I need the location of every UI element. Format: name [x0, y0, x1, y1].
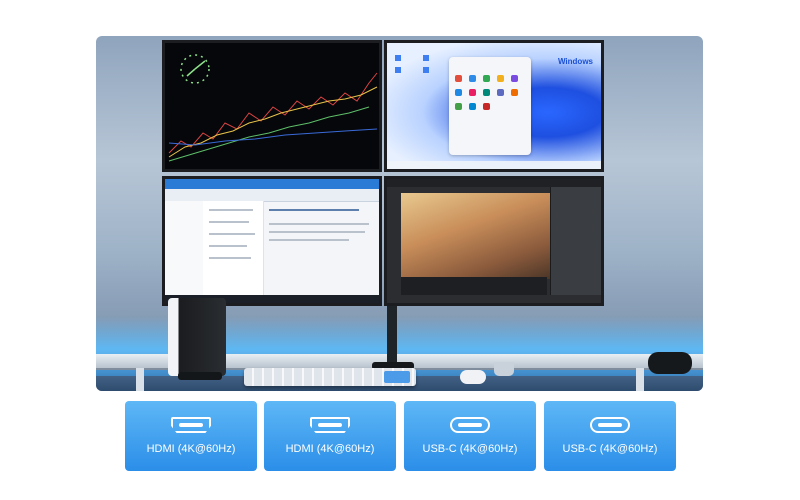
email-message-list — [203, 201, 264, 295]
app-icon — [469, 103, 476, 110]
app-icon — [511, 75, 518, 82]
folder-icon — [423, 55, 429, 61]
port-label: HDMI (4K@60Hz) — [146, 443, 236, 455]
port-badge: HDMI (4K@60Hz) — [264, 401, 396, 471]
message-row — [209, 221, 249, 223]
port-badge: USB-C (4K@60Hz) — [544, 401, 676, 471]
monitor-arm-pole — [387, 301, 397, 369]
app-icon — [511, 89, 518, 96]
editor-menubar — [387, 179, 601, 187]
app-icon — [483, 75, 490, 82]
desk-leg — [636, 368, 644, 391]
editor-timeline — [401, 277, 547, 295]
port-label: HDMI (4K@60Hz) — [285, 443, 375, 455]
mini-pc — [168, 298, 226, 376]
editor-properties-panel — [550, 187, 601, 295]
windows-taskbar — [387, 161, 601, 169]
message-row — [209, 209, 253, 211]
app-icon — [497, 89, 504, 96]
app-icon — [497, 75, 504, 82]
reading-pane-heading — [269, 209, 359, 211]
hdmi-port-icon — [171, 417, 211, 433]
message-row — [209, 257, 251, 259]
app-icon — [455, 89, 462, 96]
monitor-top-left — [162, 40, 382, 172]
reading-pane-text — [269, 231, 365, 233]
app-icon — [483, 89, 490, 96]
mouse — [460, 370, 486, 384]
product-photo: Windows — [96, 36, 703, 391]
gamepad — [648, 352, 692, 374]
app-icon — [469, 89, 476, 96]
animation-artwork — [401, 193, 551, 279]
desk-leg — [136, 368, 144, 391]
folder-icon — [395, 67, 401, 73]
hdmi-port-icon — [310, 417, 350, 433]
display-ports-row: HDMI (4K@60Hz) HDMI (4K@60Hz) USB-C (4K@… — [125, 401, 676, 471]
reading-pane-text — [269, 239, 349, 241]
usb-c-port-icon — [450, 417, 490, 433]
folder-icon — [395, 55, 401, 61]
message-row — [209, 233, 255, 235]
email-app-titlebar — [165, 179, 379, 189]
port-label: USB-C (4K@60Hz) — [562, 443, 658, 455]
port-badge: HDMI (4K@60Hz) — [125, 401, 257, 471]
monitor-bottom-left — [162, 176, 382, 306]
windows-brand-text: Windows — [557, 57, 593, 66]
keyboard — [244, 368, 416, 386]
folder-icon — [423, 67, 429, 73]
mug — [494, 362, 514, 376]
port-label: USB-C (4K@60Hz) — [422, 443, 518, 455]
reading-pane-text — [269, 223, 369, 225]
app-icon — [469, 75, 476, 82]
app-icon — [483, 103, 490, 110]
monitor-top-right: Windows — [384, 40, 604, 172]
mini-pc-stand — [178, 372, 222, 380]
message-row — [209, 245, 247, 247]
monitor-bottom-right — [384, 176, 604, 306]
stock-chart-screen — [168, 54, 378, 162]
usb-c-port-icon — [590, 417, 630, 433]
keyboard-accent-keys — [384, 371, 410, 383]
port-badge: USB-C (4K@60Hz) — [404, 401, 536, 471]
start-menu — [449, 57, 531, 155]
email-folder-pane — [165, 201, 204, 295]
app-icon — [455, 103, 462, 110]
app-icon — [455, 75, 462, 82]
